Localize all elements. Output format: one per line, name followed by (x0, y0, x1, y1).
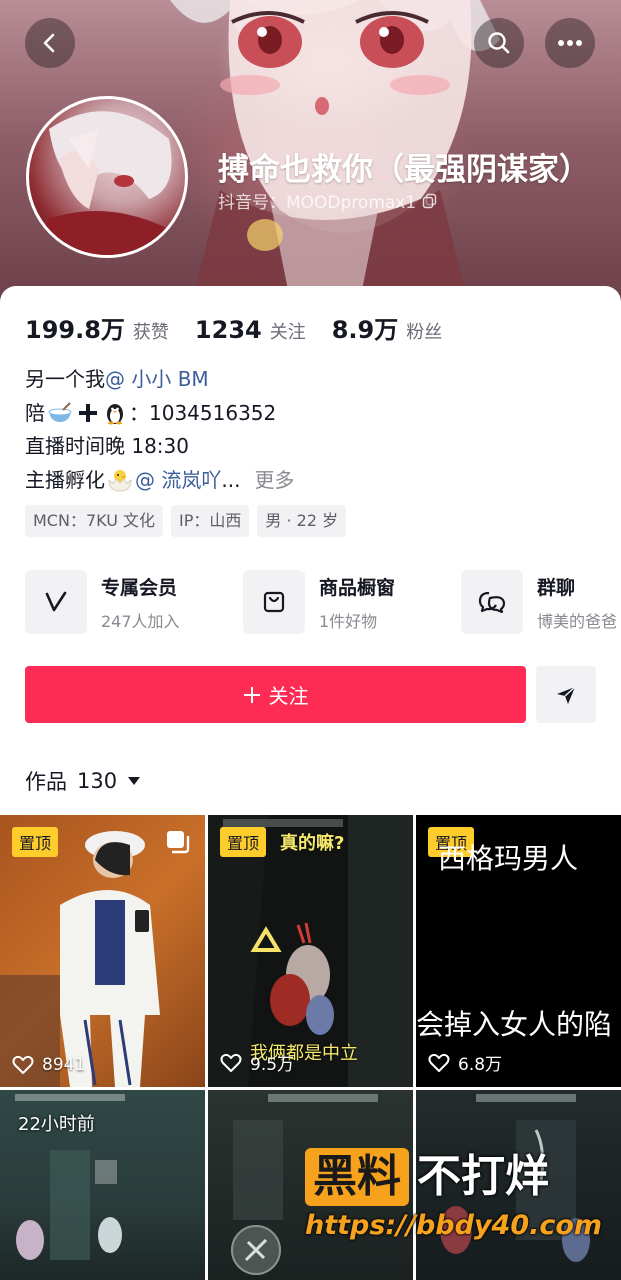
video-tile[interactable]: 置顶 8941 (0, 815, 205, 1087)
heart-icon (220, 1053, 242, 1072)
feature-entries: 专属会员 247人加入 商品橱窗 1件好物 群聊 博美的爸爸 (25, 570, 621, 640)
like-count-text: 6.8万 (458, 1055, 503, 1075)
bio-text: 陪 (25, 400, 45, 425)
search-button[interactable] (474, 18, 524, 68)
works-count: 130 (77, 769, 118, 793)
follow-button[interactable]: 关注 (25, 666, 526, 723)
plus-icon (243, 686, 260, 703)
multi-image-icon (167, 831, 190, 854)
bio-ellipsis: ... (221, 467, 241, 492)
watermark-brand: 黑料 (305, 1148, 409, 1206)
plus-emoji-icon (79, 404, 97, 423)
hatching-chick-emoji-icon (108, 470, 132, 492)
mention-link[interactable]: @ 流岚吖 (135, 464, 221, 498)
feature-subtitle: 博美的爸爸 (537, 611, 618, 631)
watermark-url: https://bbdy40.com (305, 1210, 603, 1241)
bio-text: 主播孵化 (25, 467, 105, 492)
avatar[interactable] (26, 96, 188, 258)
like-count: 8941 (12, 1055, 85, 1075)
profile-card: 199.8万 获赞 1234 关注 8.9万 粉丝 另一个我 @ 小小 BM 陪 (0, 286, 621, 816)
follow-button-label: 关注 (268, 684, 309, 708)
feature-subtitle: 247人加入 (101, 611, 180, 631)
avatar-illustration (29, 111, 185, 255)
feature-group-chat[interactable]: 群聊 博美的爸爸 (461, 570, 617, 634)
feature-shop-window[interactable]: 商品橱窗 1件好物 (243, 570, 395, 634)
video-tile[interactable]: 22小时前 (0, 1090, 205, 1280)
feature-subtitle: 1件好物 (319, 611, 378, 631)
stat-followers-count: 8.9万 (331, 316, 399, 344)
bio-line-4: 主播孵化 @ 流岚吖 ... 更多 (25, 464, 294, 498)
tag-ip-location: IP：山西 (171, 505, 250, 537)
chevron-left-icon (43, 33, 55, 53)
profile-stats: 199.8万 获赞 1234 关注 8.9万 粉丝 (25, 310, 468, 345)
tag-gender-age: 男 · 22 岁 (257, 505, 347, 537)
live-schedule: 直播时间晚 18:30 (25, 434, 189, 458)
stat-followers-label: 粉丝 (406, 322, 443, 343)
bio: 另一个我 @ 小小 BM 陪 ：1034516352 直播时间晚 18:30 主… (25, 363, 294, 497)
heart-icon (428, 1053, 450, 1072)
search-icon (488, 32, 510, 54)
caret-down-icon (128, 777, 141, 785)
pinned-badge: 置顶 (220, 827, 267, 857)
works-label: 作品 (25, 770, 67, 794)
video-caption-top: 西格玛男人 (438, 842, 579, 875)
bio-line-2: 陪 ：1034516352 (25, 397, 294, 431)
douyin-id-text: 抖音号：MOODpromax1 (218, 193, 417, 213)
share-button[interactable] (536, 666, 596, 723)
back-button[interactable] (25, 18, 75, 68)
v-badge-icon (25, 570, 87, 634)
penguin-emoji-icon (107, 404, 123, 425)
ellipsis-icon (558, 40, 582, 46)
copy-icon[interactable] (422, 193, 438, 209)
tag-mcn[interactable]: MCN：7KU 文化 (25, 505, 163, 537)
watermark-brand-suffix: 不打烊 (417, 1151, 549, 1202)
profile-tags: MCN：7KU 文化 IP：山西 男 · 22 岁 (25, 505, 347, 537)
stat-likes-count: 199.8万 (25, 316, 125, 344)
more-link[interactable]: 更多 (254, 464, 294, 498)
stat-likes: 199.8万 获赞 (25, 310, 169, 345)
bowl-emoji-icon (48, 402, 72, 423)
contact-number: ：1034516352 (129, 400, 277, 425)
like-count-text: 8941 (42, 1055, 86, 1075)
post-time: 22小时前 (18, 1114, 95, 1135)
heart-icon (12, 1055, 34, 1074)
nickname: 搏命也救你（最强阴谋家） (218, 152, 590, 188)
feature-title: 群聊 (537, 576, 576, 599)
feature-title: 商品橱窗 (319, 576, 396, 599)
like-count-text: 9.5万 (250, 1055, 295, 1075)
shopping-bag-icon (243, 570, 305, 634)
send-arrow-icon (557, 685, 576, 704)
stat-followers[interactable]: 8.9万 粉丝 (332, 310, 443, 345)
bio-text: 另一个我 (25, 367, 105, 391)
like-count: 6.8万 (428, 1050, 502, 1075)
stat-following-label: 关注 (269, 322, 306, 343)
more-options-button[interactable] (545, 18, 595, 68)
stat-likes-label: 获赞 (132, 322, 169, 343)
video-tile[interactable]: 置顶 西格玛男人 会掉入女人的陷 6.8万 (416, 815, 621, 1087)
pinned-badge: 置顶 (12, 827, 59, 857)
tab-works[interactable]: 作品 130 (25, 766, 141, 796)
mention-link[interactable]: @ 小小 BM (105, 363, 209, 397)
video-caption-bottom: 会掉入女人的陷 (416, 1008, 613, 1041)
like-count: 9.5万 (220, 1050, 294, 1075)
stat-following-count: 1234 (194, 316, 262, 344)
video-caption-top: 真的嘛? (280, 833, 345, 854)
bio-line-3: 直播时间晚 18:30 (25, 430, 294, 464)
douyin-id: 抖音号：MOODpromax1 (218, 188, 438, 213)
feature-title: 专属会员 (101, 576, 178, 599)
stat-following[interactable]: 1234 关注 (195, 316, 306, 344)
chat-bubbles-icon (461, 570, 523, 634)
feature-membership[interactable]: 专属会员 247人加入 (25, 570, 180, 634)
watermark: 黑料 不打烊 https://bbdy40.com (305, 1148, 605, 1258)
video-tile[interactable]: 置顶 真的嘛? 我俩都是中立 9.5万 (208, 815, 413, 1087)
profile-banner: 搏命也救你（最强阴谋家） 抖音号：MOODpromax1 (0, 0, 621, 310)
bio-line-1: 另一个我 @ 小小 BM (25, 363, 294, 397)
